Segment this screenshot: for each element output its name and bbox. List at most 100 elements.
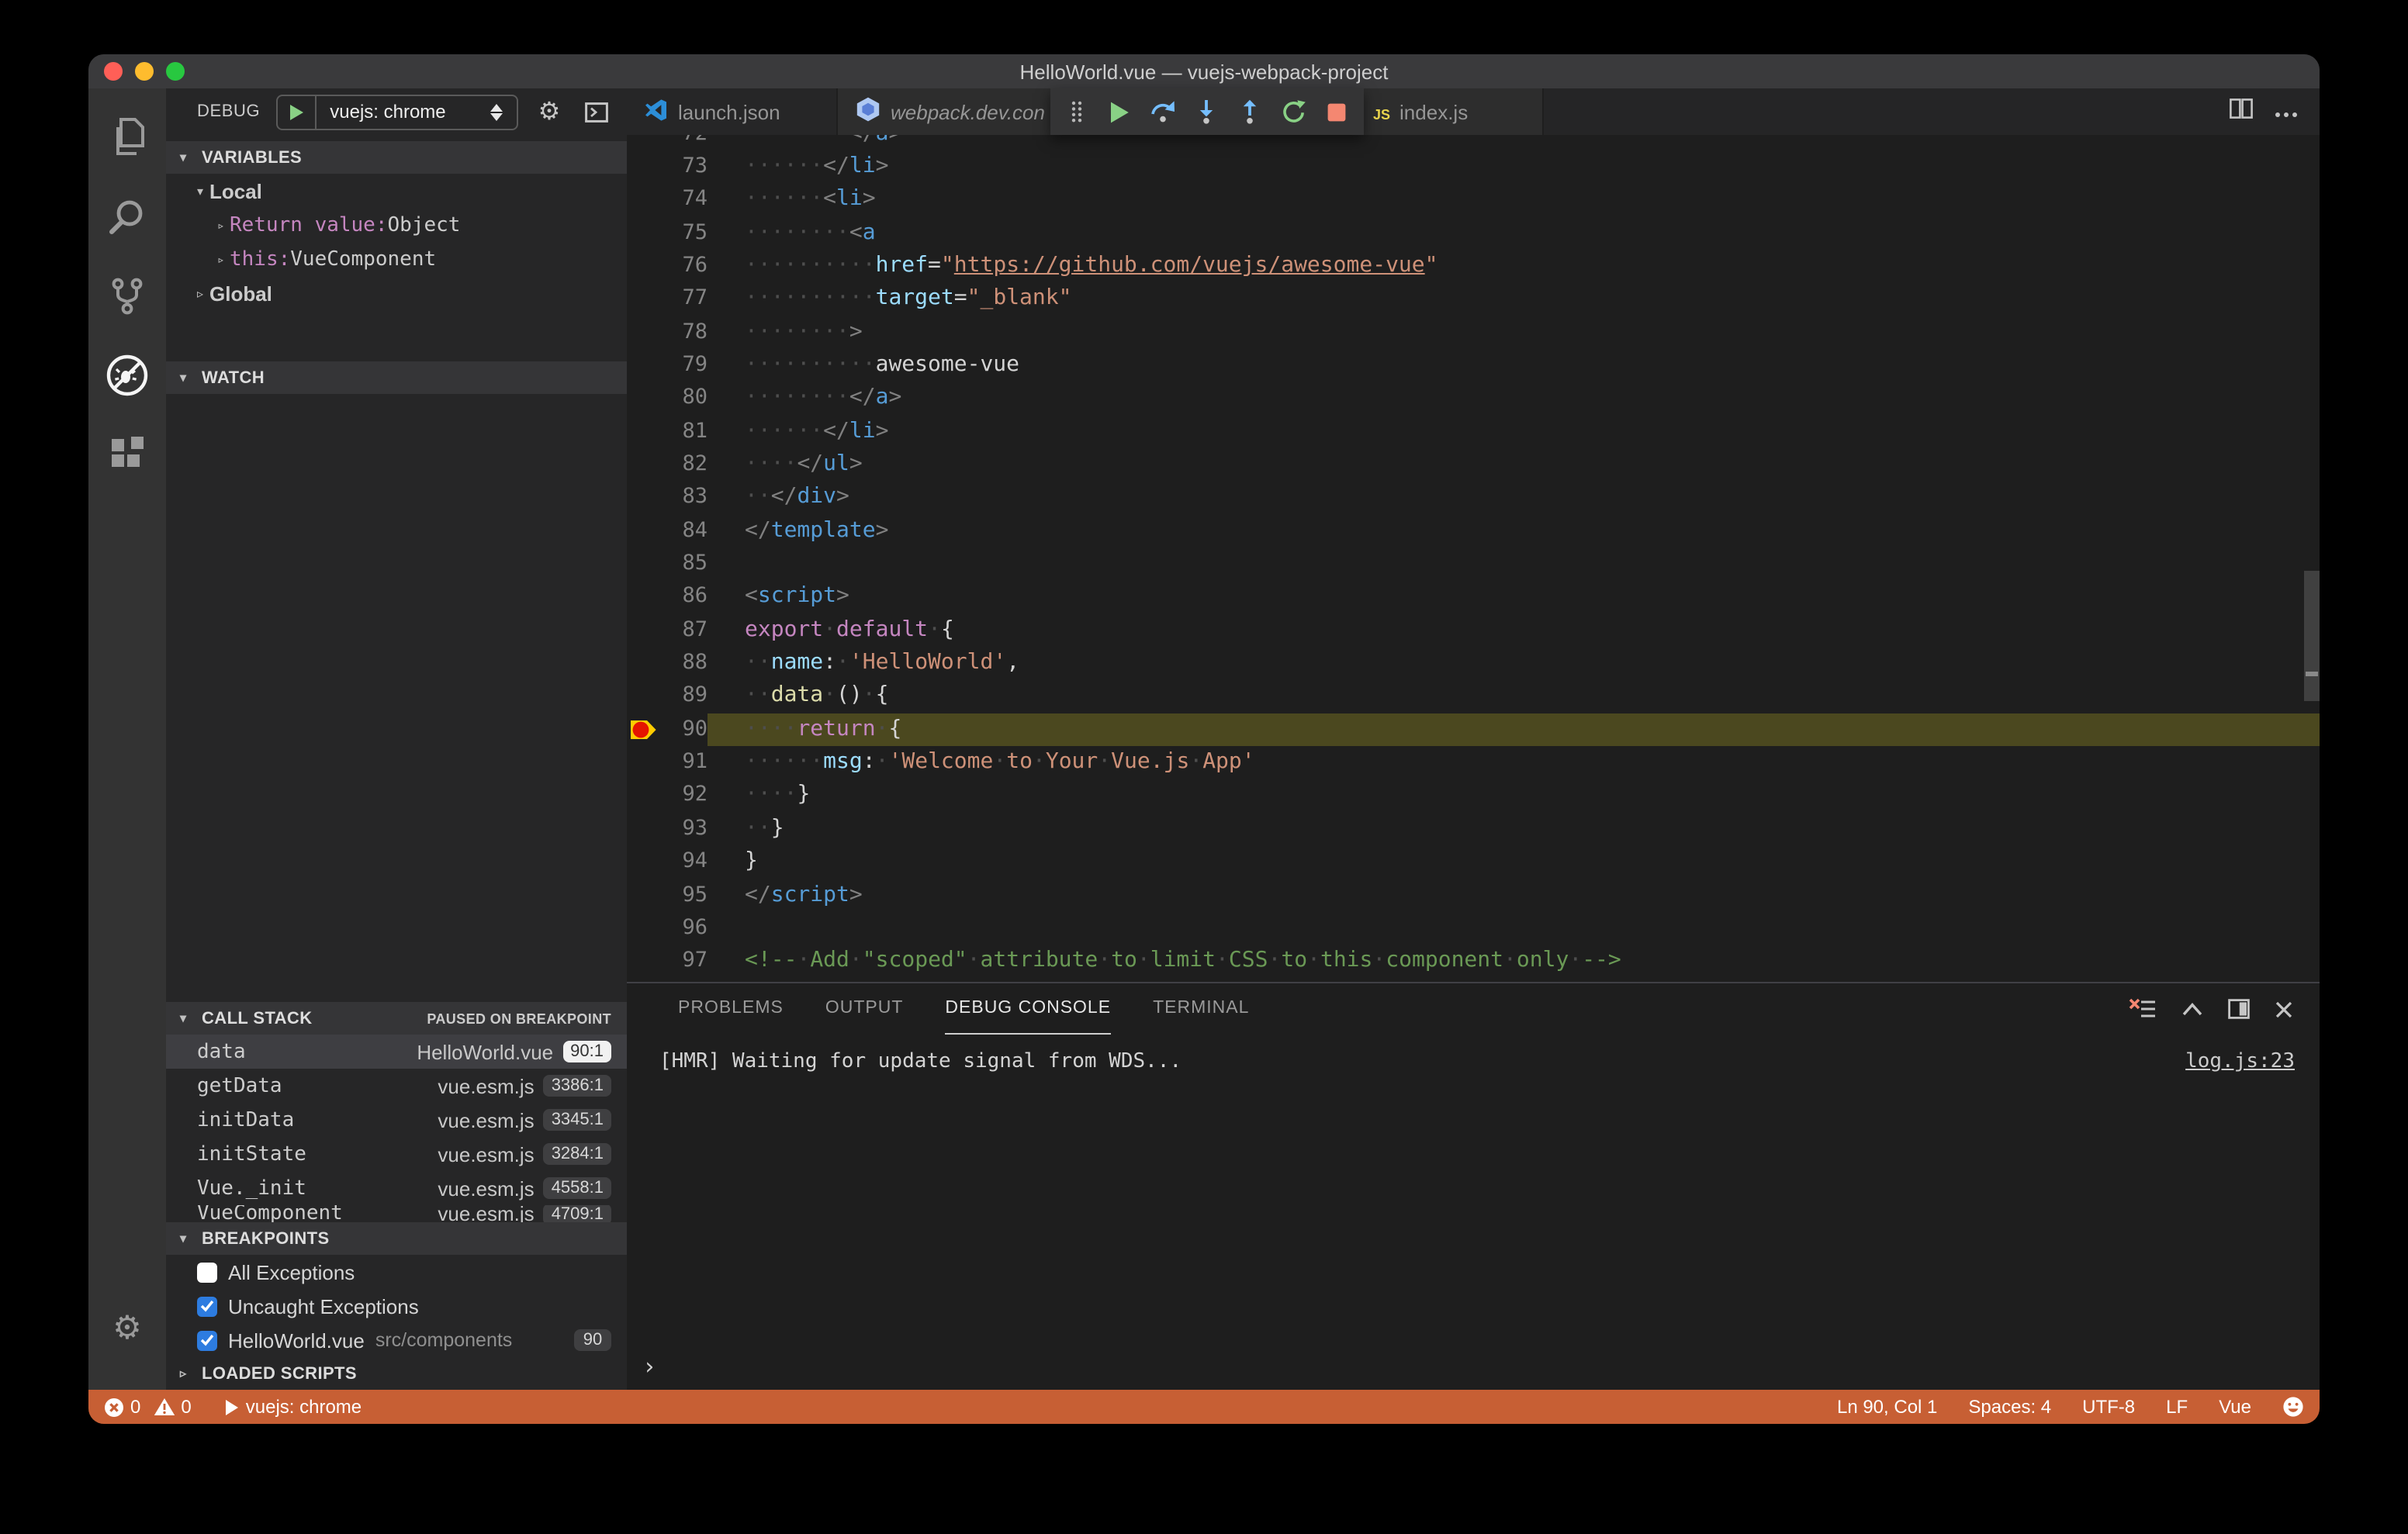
code-line-80[interactable]: 80········</a> [627, 382, 2320, 416]
code-line-97[interactable]: 97<!--·Add·"scoped"·attribute·to·limit·C… [627, 945, 2320, 978]
code-line-81[interactable]: 81······</li> [627, 415, 2320, 448]
code-line-95[interactable]: 95</script> [627, 879, 2320, 912]
gutter-breakpoint-margin[interactable] [627, 150, 659, 184]
clear-console-icon[interactable] [2129, 997, 2157, 1021]
gutter-breakpoint-margin[interactable] [627, 548, 659, 581]
call-stack-frame[interactable]: getDatavue.esm.js3386:1 [166, 1069, 627, 1103]
gutter-breakpoint-margin[interactable] [627, 945, 659, 978]
code-editor[interactable]: 72········</a>73······</li>74······<li>7… [627, 135, 2320, 982]
activity-item-source-control[interactable] [88, 256, 166, 335]
status-vue[interactable]: Vue [2219, 1396, 2251, 1418]
code-line-93[interactable]: 93··} [627, 813, 2320, 846]
stop-button[interactable] [1323, 96, 1350, 127]
editor-scrollbar[interactable] [2304, 571, 2320, 701]
step-out-button[interactable] [1237, 96, 1263, 127]
variable-scope-global[interactable]: ▹ Global [166, 276, 627, 310]
feedback-smiley-icon[interactable] [2282, 1396, 2304, 1418]
breakpoints-section-header[interactable]: ▾ BREAKPOINTS [166, 1222, 627, 1255]
code-line-85[interactable]: 85 [627, 548, 2320, 581]
breakpoint-checkbox[interactable] [197, 1262, 217, 1282]
variable-row[interactable]: ▹Return value: Object [166, 208, 627, 242]
activity-item-debug[interactable] [88, 335, 166, 414]
status-spaces[interactable]: Spaces: 4 [1968, 1396, 2051, 1418]
panel-tab-debug-console[interactable]: DEBUG CONSOLE [945, 983, 1111, 1035]
gutter-breakpoint-margin[interactable] [627, 283, 659, 316]
gutter-breakpoint-margin[interactable] [627, 448, 659, 482]
gutter-breakpoint-margin[interactable] [627, 879, 659, 912]
maximize-panel-icon[interactable] [2181, 1002, 2203, 1016]
call-stack-frame[interactable]: dataHelloWorld.vue90:1 [166, 1035, 627, 1069]
gutter-breakpoint-margin[interactable] [627, 978, 659, 982]
gutter-breakpoint-margin[interactable] [627, 680, 659, 713]
activity-item-explorer[interactable] [88, 98, 166, 177]
panel-tab-terminal[interactable]: TERMINAL [1153, 983, 1249, 1035]
code-line-92[interactable]: 92····} [627, 779, 2320, 813]
panel-tab-problems[interactable]: PROBLEMS [678, 983, 784, 1035]
split-panel-icon[interactable] [2228, 999, 2250, 1019]
code-line-96[interactable]: 96 [627, 912, 2320, 945]
step-over-button[interactable] [1150, 96, 1176, 127]
gutter-breakpoint-margin[interactable] [627, 316, 659, 349]
gutter-breakpoint-margin[interactable] [627, 184, 659, 217]
tab-index-js[interactable]: JSindex.js [1356, 88, 1544, 135]
gutter-breakpoint-margin[interactable] [627, 250, 659, 283]
step-into-button[interactable] [1193, 96, 1220, 127]
activity-item-extensions[interactable] [88, 414, 166, 493]
code-line-82[interactable]: 82····</ul> [627, 448, 2320, 482]
watch-section-header[interactable]: ▾ WATCH [166, 361, 627, 394]
continue-button[interactable] [1106, 96, 1133, 127]
code-line-79[interactable]: 79··········awesome-vue [627, 349, 2320, 382]
debug-console-toggle-icon[interactable] [580, 96, 611, 127]
status-utf-8[interactable]: UTF-8 [2082, 1396, 2135, 1418]
code-line-73[interactable]: 73······</li> [627, 150, 2320, 184]
code-line-83[interactable]: 83··</div> [627, 482, 2320, 515]
code-line-76[interactable]: 76··········href="https://github.com/vue… [627, 250, 2320, 283]
code-line-77[interactable]: 77··········target="_blank" [627, 283, 2320, 316]
gutter-breakpoint-margin[interactable] [627, 581, 659, 614]
variable-scope-local[interactable]: ▾ Local [166, 174, 627, 208]
configure-gear-icon[interactable]: ⚙ [534, 96, 565, 127]
code-line-75[interactable]: 75········<a [627, 216, 2320, 250]
more-actions-icon[interactable] [2275, 98, 2298, 126]
tab-launch-json[interactable]: launch.json [627, 88, 838, 135]
code-line-94[interactable]: 94} [627, 845, 2320, 879]
gutter-breakpoint-margin[interactable] [627, 514, 659, 548]
close-panel-icon[interactable] [2275, 1000, 2293, 1018]
gutter-breakpoint-margin[interactable] [627, 647, 659, 680]
gutter-breakpoint-margin[interactable] [627, 746, 659, 779]
code-line-72[interactable]: 72········</a> [627, 135, 2320, 150]
gutter-breakpoint-margin[interactable] [627, 713, 659, 747]
call-stack-section-header[interactable]: ▾ CALL STACK PAUSED ON BREAKPOINT [166, 1002, 627, 1035]
gutter-breakpoint-margin[interactable] [627, 912, 659, 945]
status-lf[interactable]: LF [2166, 1396, 2188, 1418]
code-line-91[interactable]: 91······msg:·'Welcome·to·Your·Vue.js·App… [627, 746, 2320, 779]
gutter-breakpoint-margin[interactable] [627, 614, 659, 648]
console-source-link[interactable]: log.js:23 [2185, 1050, 2295, 1073]
gutter-breakpoint-margin[interactable] [627, 813, 659, 846]
code-line-89[interactable]: 89··data·()·{ [627, 680, 2320, 713]
loaded-scripts-section-header[interactable]: ▹ LOADED SCRIPTS [166, 1357, 627, 1390]
call-stack-frame[interactable]: initStatevue.esm.js3284:1 [166, 1137, 627, 1171]
variables-section-header[interactable]: ▾ VARIABLES [166, 141, 627, 174]
panel-tab-output[interactable]: OUTPUT [825, 983, 904, 1035]
gutter-breakpoint-margin[interactable] [627, 349, 659, 382]
gutter-breakpoint-margin[interactable] [627, 779, 659, 813]
status-ln[interactable]: Ln 90, Col 1 [1837, 1396, 1937, 1418]
repl-prompt-chevron[interactable]: › [642, 1353, 656, 1380]
breakpoint-row[interactable]: All Exceptions [166, 1255, 627, 1289]
gutter-breakpoint-margin[interactable] [627, 482, 659, 515]
code-line-87[interactable]: 87export·default·{ [627, 614, 2320, 648]
breakpoint-checkbox[interactable] [197, 1330, 217, 1350]
start-debug-icon[interactable] [277, 95, 316, 128]
breakpoint-row[interactable]: HelloWorld.vuesrc/components90 [166, 1323, 627, 1357]
breakpoint-checkbox[interactable] [197, 1296, 217, 1316]
gutter-breakpoint-margin[interactable] [627, 415, 659, 448]
code-line-90[interactable]: 90····return·{ [627, 713, 2320, 747]
code-line-78[interactable]: 78········> [627, 316, 2320, 349]
gutter-breakpoint-margin[interactable] [627, 216, 659, 250]
call-stack-frame[interactable]: Vue._initvue.esm.js4558:1 [166, 1171, 627, 1205]
gutter-breakpoint-margin[interactable] [627, 135, 659, 150]
code-line-84[interactable]: 84</template> [627, 514, 2320, 548]
variable-row[interactable]: ▹this: VueComponent [166, 242, 627, 276]
split-editor-icon[interactable] [2230, 97, 2253, 126]
